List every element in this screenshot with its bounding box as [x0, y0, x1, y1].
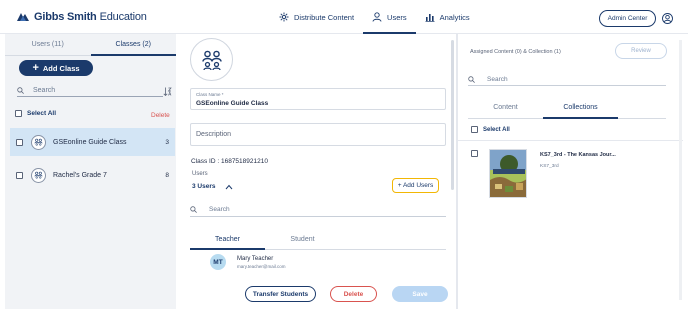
scrollbar[interactable] — [451, 40, 454, 190]
class-avatar — [190, 38, 233, 81]
left-tabs: Users (11) Classes (2) — [5, 34, 176, 56]
tab-collections[interactable]: Collections — [543, 97, 618, 119]
add-users-button[interactable]: + Add Users — [392, 178, 439, 193]
select-all-label: Select All — [27, 110, 57, 117]
content-search-placeholder: Search — [487, 75, 508, 83]
add-class-label: Add Class — [42, 63, 80, 73]
content-search-input[interactable]: Search — [468, 73, 666, 86]
tab-users[interactable]: Users (11) — [5, 34, 91, 55]
plus-icon: + — [32, 61, 39, 74]
select-all-collections[interactable]: Select All — [471, 126, 510, 133]
class-name-field-label: Class Name * — [196, 92, 224, 97]
class-name: Rachel's Grade 7 — [53, 171, 107, 179]
class-name-field[interactable]: Class Name * GSEonline Guide Class — [190, 88, 446, 110]
collection-row[interactable]: KS7_3rd - The Kansas Jour... KS7_3rd — [458, 140, 683, 198]
user-icon — [372, 12, 382, 22]
collection-title: KS7_3rd - The Kansas Jour... — [540, 152, 616, 158]
class-user-count: 8 — [165, 171, 169, 179]
tab-student[interactable]: Student — [265, 230, 340, 249]
select-all-classes[interactable]: Select All — [15, 110, 56, 117]
select-all-checkbox[interactable] — [471, 126, 478, 133]
users-label: Users — [192, 171, 208, 177]
description-placeholder: Description — [196, 131, 232, 138]
nav-analytics[interactable]: Analytics — [416, 0, 479, 34]
avatar: MT — [210, 254, 226, 270]
class-id: Class ID : 1687518921210 — [191, 158, 268, 165]
class-group-icon — [201, 50, 222, 70]
brand-logo[interactable]: Gibbs Smith Education — [16, 11, 147, 23]
add-class-button[interactable]: + Add Class — [19, 60, 93, 76]
class-detail-panel: Class Name * GSEonline Guide Class Descr… — [176, 34, 456, 309]
assigned-summary: Assigned Content (0) & Collection (1) — [470, 49, 561, 55]
nav-distribute-content[interactable]: Distribute Content — [270, 0, 363, 34]
class-row-checkbox[interactable] — [16, 138, 23, 146]
collection-cover-image — [489, 149, 527, 198]
sort-icon[interactable] — [163, 87, 172, 96]
user-search-placeholder: Search — [209, 205, 230, 213]
admin-center-button[interactable]: Admin Center — [599, 10, 656, 27]
review-button[interactable]: Review — [615, 43, 667, 59]
class-group-icon — [31, 167, 46, 183]
left-panel: Users (11) Classes (2) + Add Class Searc… — [5, 34, 176, 309]
class-search-placeholder: Search — [33, 86, 56, 94]
distribute-icon — [279, 12, 289, 22]
transfer-students-button[interactable]: Transfer Students — [245, 286, 316, 302]
main-nav: Distribute Content Users Analytics — [270, 0, 479, 34]
tab-teacher[interactable]: Teacher — [190, 230, 265, 250]
user-search-input[interactable]: Search — [190, 202, 446, 217]
class-row-checkbox[interactable] — [16, 171, 23, 179]
scrollbar[interactable] — [679, 40, 682, 300]
class-user-count: 3 — [165, 138, 169, 146]
brand-name-bold: Gibbs Smith — [34, 11, 97, 23]
collection-code: KS7_3rd — [540, 164, 559, 169]
delete-class-button[interactable]: Delete — [330, 286, 377, 302]
nav-users-label: Users — [387, 12, 407, 22]
tab-content[interactable]: Content — [468, 97, 543, 118]
top-bar: Gibbs Smith Education Distribute Content… — [0, 0, 688, 34]
search-icon — [190, 205, 197, 213]
select-all-checkbox[interactable] — [15, 110, 22, 117]
nav-analytics-label: Analytics — [439, 12, 470, 22]
tab-classes[interactable]: Classes (2) — [90, 34, 177, 56]
search-icon — [17, 86, 24, 94]
collection-checkbox[interactable] — [471, 150, 478, 157]
nav-distribute-content-label: Distribute Content — [294, 12, 355, 22]
select-all-label: Select All — [483, 126, 510, 133]
bar-chart-icon — [425, 14, 435, 22]
delete-classes-link[interactable]: Delete — [151, 112, 170, 119]
users-count-toggle[interactable]: 3 Users — [192, 183, 233, 190]
class-name-field-value: GSEonline Guide Class — [196, 100, 269, 107]
class-row[interactable]: GSEonline Guide Class 3 — [10, 128, 175, 156]
class-search-input[interactable]: Search — [17, 84, 163, 97]
brand-name-rest: Education — [99, 11, 147, 23]
assigned-content-panel: Assigned Content (0) & Collection (1) Re… — [458, 34, 683, 309]
class-group-icon — [31, 134, 46, 150]
save-button[interactable]: Save — [392, 286, 448, 302]
users-count: 3 Users — [192, 183, 216, 190]
search-icon — [468, 75, 475, 83]
member-email: mary.teacher@mail.com — [237, 263, 286, 269]
account-icon[interactable] — [662, 13, 673, 24]
content-tabs: Content Collections — [468, 97, 666, 119]
chevron-up-icon — [225, 184, 232, 189]
description-field[interactable]: Description — [190, 123, 446, 146]
nav-users[interactable]: Users — [363, 0, 416, 34]
class-row[interactable]: Rachel's Grade 7 8 — [10, 161, 175, 189]
role-tabs: Teacher Student — [190, 230, 446, 250]
member-name: Mary Teacher — [237, 255, 274, 262]
gibbs-smith-logo-icon — [17, 13, 29, 21]
class-name: GSEonline Guide Class — [53, 138, 127, 146]
member-row[interactable]: MT Mary Teacher mary.teacher@mail.com — [210, 254, 286, 270]
